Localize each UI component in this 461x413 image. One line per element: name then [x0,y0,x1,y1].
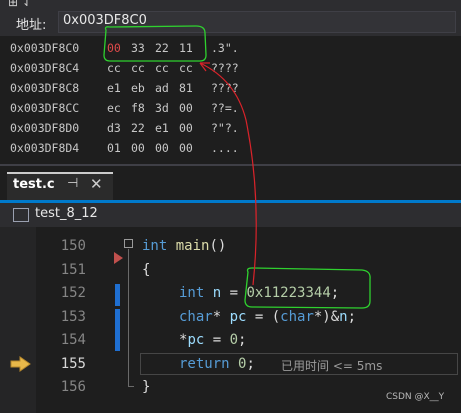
watermark: CSDN @X__Y [386,392,445,402]
annotation-box-code [244,267,371,309]
annotation-box-memory [103,25,207,62]
annotation-overlay [103,25,371,309]
annotation-arrow [199,62,257,286]
